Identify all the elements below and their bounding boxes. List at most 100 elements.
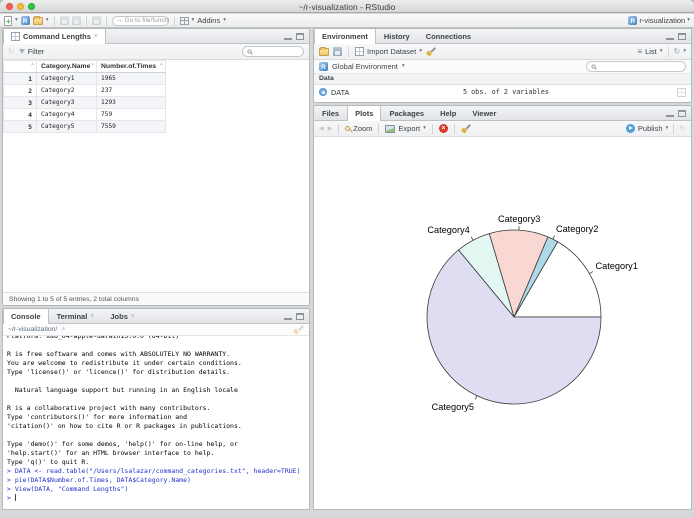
goto-directory-icon[interactable]: ↗ (60, 327, 65, 333)
table-cell: 237 (96, 84, 166, 97)
previous-plot-icon[interactable]: ◀ (319, 126, 324, 132)
zoom-plot-button[interactable]: Zoom (345, 124, 372, 133)
zoom-label: Zoom (353, 124, 373, 133)
table-icon (11, 32, 20, 41)
separator (338, 123, 340, 134)
table-row[interactable]: 1 Category1 1965 (3, 72, 166, 85)
table-search-box[interactable] (242, 46, 304, 57)
separator (173, 15, 175, 26)
scope-dropdown-icon[interactable]: ▾ (402, 63, 405, 70)
workspace-panes-dropdown-icon[interactable]: ▾ (192, 17, 195, 24)
export-plot-button[interactable]: Export ▾ (385, 124, 426, 133)
goto-arrow-icon: → (115, 17, 123, 24)
refresh-environment-icon[interactable]: ↻ (674, 47, 681, 56)
environment-panel: Environment History Connections Import D… (313, 28, 692, 103)
maximize-pane-icon[interactable] (296, 312, 304, 320)
save-workspace-icon[interactable] (333, 47, 342, 56)
close-tab-icon[interactable]: × (94, 33, 98, 40)
tab-jobs[interactable]: Jobs × (102, 309, 143, 323)
goto-file-function-input[interactable] (124, 17, 169, 24)
project-menu-button[interactable]: r-visualization (639, 16, 685, 25)
print-icon[interactable] (91, 16, 101, 25)
console-prompt-line[interactable]: > (7, 494, 305, 503)
publish-dropdown-icon[interactable]: ▾ (666, 125, 669, 132)
titlebar: ~/r-visualization - RStudio (0, 0, 694, 13)
new-file-icon[interactable] (4, 15, 12, 26)
list-view-button[interactable]: List (645, 47, 657, 56)
maximize-pane-icon[interactable] (678, 32, 686, 40)
environment-search-box[interactable] (586, 61, 686, 72)
tab-files[interactable]: Files (314, 106, 347, 120)
new-file-dropdown-icon[interactable]: ▾ (15, 17, 18, 24)
publish-button[interactable]: Publish (638, 124, 663, 133)
environment-object-row[interactable]: DATA 5 obs. of 2 variables (314, 85, 691, 99)
tab-plots-label: Plots (355, 109, 374, 118)
console-output: Platform: x86_64-apple-darwin13.0.0 (64-… (7, 336, 242, 466)
table-row[interactable]: 2 Category2 237 (3, 84, 166, 97)
table-body: 1 Category1 1965 2 Category2 237 3 Category3 129… (3, 72, 166, 133)
column-header-number-of-times[interactable]: Number.of.Times ▲ (96, 60, 166, 73)
clear-console-icon[interactable] (293, 325, 304, 335)
view-table-icon[interactable] (677, 87, 686, 97)
table-row[interactable]: 3 Category3 1293 (3, 96, 166, 109)
filter-button[interactable]: Filter (18, 47, 44, 56)
console-body[interactable]: Platform: x86_64-apple-darwin13.0.0 (64-… (3, 336, 309, 509)
import-dataset-icon (355, 47, 364, 56)
addins-button[interactable]: Addins (197, 16, 220, 25)
export-label: Export (398, 124, 421, 133)
refresh-plot-icon[interactable]: ↻ (679, 124, 686, 133)
tab-packages-label: Packages (389, 108, 425, 118)
table-cell: 759 (96, 108, 166, 121)
tab-plots[interactable]: Plots (347, 106, 382, 121)
refresh-dropdown-icon[interactable]: ▾ (683, 48, 686, 55)
minimize-pane-icon[interactable] (666, 33, 674, 40)
save-icon[interactable] (59, 16, 69, 25)
tab-command-lengths[interactable]: Command Lengths × (3, 29, 107, 44)
table-row[interactable]: 5 Category5 7559 (3, 120, 166, 133)
console-tabstrip: Console Terminal × Jobs × (3, 309, 309, 324)
table-search-input[interactable] (256, 48, 300, 55)
import-dataset-button[interactable]: Import Dataset ▾ (355, 47, 422, 56)
table-row[interactable]: 4 Category4 759 (3, 108, 166, 121)
addins-dropdown-icon[interactable]: ▾ (223, 17, 226, 24)
new-project-icon[interactable] (20, 16, 30, 25)
maximize-pane-icon[interactable] (296, 32, 304, 40)
sort-icon: ▲ (159, 61, 164, 68)
jobs-close-icon[interactable]: × (131, 313, 135, 320)
next-plot-icon[interactable]: ▶ (328, 126, 333, 132)
plots-panel: Files Plots Packages Help Viewer ◀ ▶ Zoo… (313, 105, 692, 510)
maximize-pane-icon[interactable] (678, 109, 686, 117)
tab-terminal[interactable]: Terminal × (49, 309, 103, 323)
tab-console[interactable]: Console (3, 309, 49, 324)
tab-packages[interactable]: Packages (381, 106, 432, 120)
tab-environment[interactable]: Environment (314, 29, 376, 44)
export-dropdown-icon: ▾ (423, 124, 426, 131)
list-view-dropdown-icon[interactable]: ▾ (660, 48, 663, 55)
load-workspace-icon[interactable] (319, 46, 329, 56)
tab-history[interactable]: History (376, 29, 418, 43)
project-dropdown-icon[interactable]: ▾ (687, 17, 690, 24)
minimize-pane-icon[interactable] (666, 110, 674, 117)
scope-selector[interactable]: Global Environment (332, 62, 398, 71)
row-number-header[interactable]: ▲ (3, 60, 37, 73)
workspace-panes-icon[interactable] (179, 16, 189, 25)
refresh-icon[interactable]: ↻ (8, 47, 15, 56)
separator (85, 15, 87, 26)
separator (453, 123, 455, 134)
search-icon (247, 49, 252, 54)
remove-plot-icon[interactable]: × (438, 124, 448, 133)
environment-search-input[interactable] (600, 63, 644, 70)
tab-viewer[interactable]: Viewer (464, 106, 504, 120)
column-header-category-name[interactable]: Category.Name ▲ (36, 60, 97, 73)
open-recent-dropdown-icon[interactable]: ▾ (46, 17, 49, 24)
open-file-icon[interactable] (32, 15, 43, 25)
clear-all-plots-icon[interactable] (461, 124, 472, 134)
clear-environment-icon[interactable] (426, 47, 437, 57)
tab-connections[interactable]: Connections (418, 29, 479, 43)
tab-help[interactable]: Help (432, 106, 464, 120)
save-all-icon[interactable] (71, 16, 81, 25)
minimize-pane-icon[interactable] (284, 33, 292, 40)
terminal-menu-icon[interactable]: × (90, 313, 94, 320)
goto-file-function-box[interactable]: → (111, 15, 169, 26)
minimize-pane-icon[interactable] (284, 313, 292, 320)
